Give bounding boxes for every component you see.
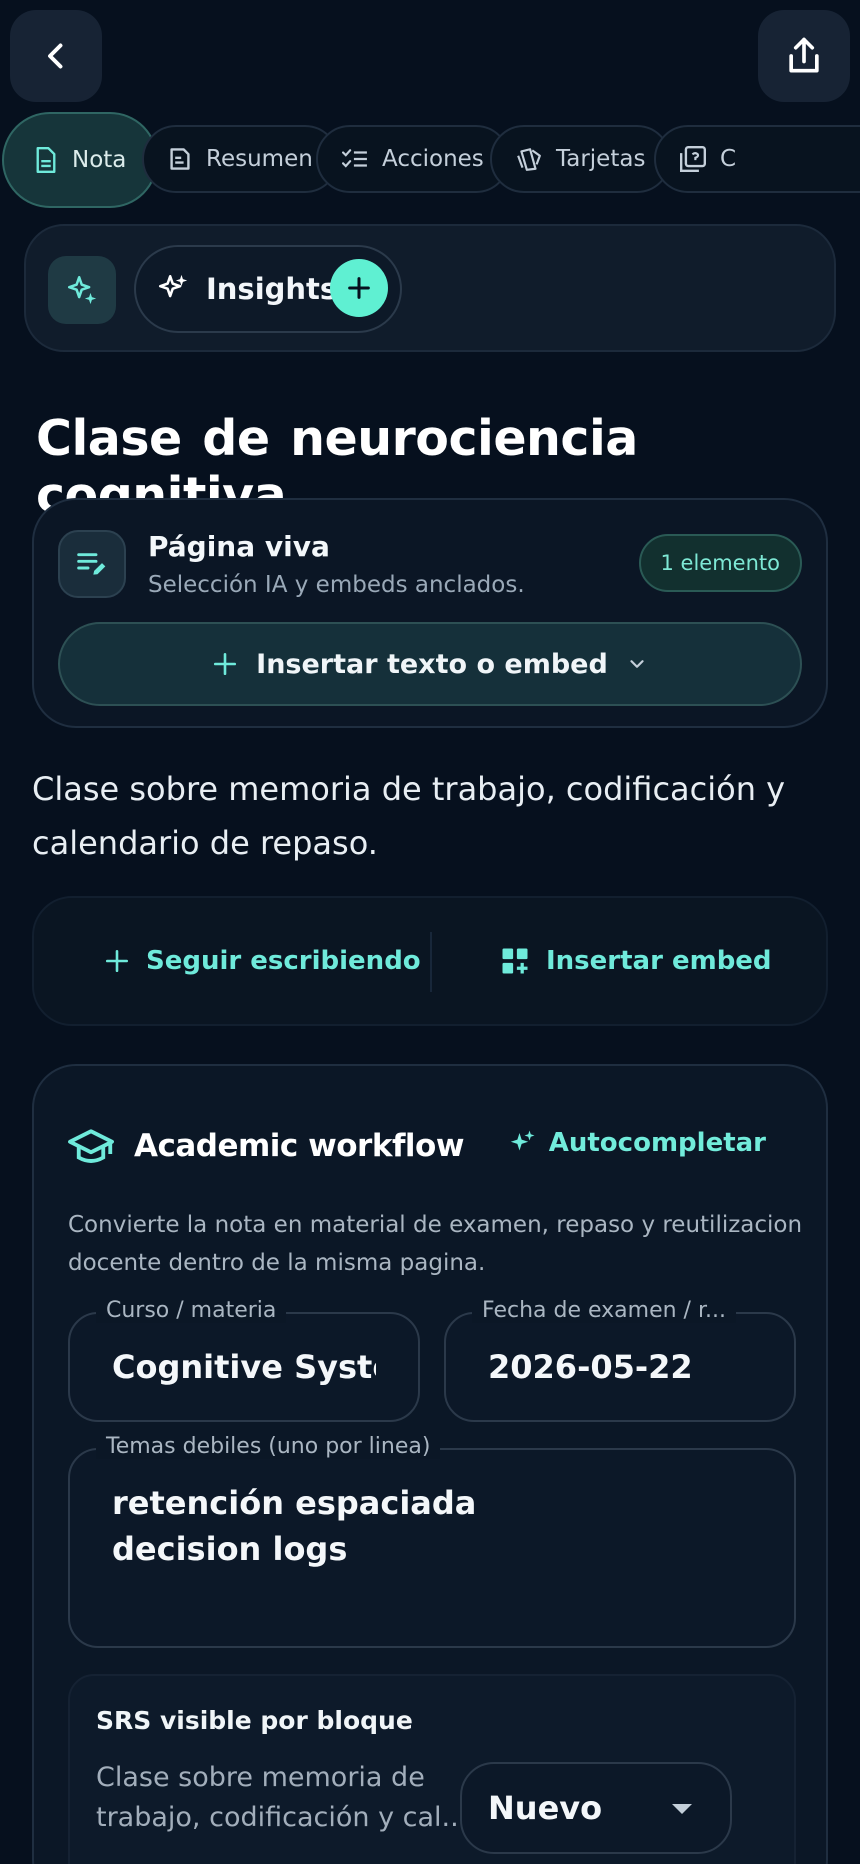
tab-label: Nota [72, 147, 127, 173]
add-insight-button[interactable] [330, 259, 388, 317]
graduation-cap-icon [68, 1126, 114, 1168]
tab-tarjetas[interactable]: Tarjetas [490, 125, 672, 193]
tab-acciones[interactable]: Acciones [316, 125, 510, 193]
chevron-down-icon [626, 653, 648, 675]
continue-writing-label: Seguir escribiendo [146, 946, 421, 976]
srs-block-text: Clase sobre memoria de trabajo, codifica… [96, 1762, 468, 1833]
weak-topics-textarea[interactable]: Temas debiles (uno por linea) retención … [68, 1434, 796, 1648]
back-button[interactable] [10, 10, 102, 102]
note-body-text[interactable]: Clase sobre memoria de trabajo, codifica… [32, 762, 822, 870]
insights-bar: Insights [24, 224, 836, 352]
workflow-title: Academic workflow [134, 1128, 465, 1164]
share-button[interactable] [758, 10, 850, 102]
divider [430, 932, 432, 992]
plus-icon [212, 651, 238, 677]
autocomplete-button[interactable]: Autocompletar [507, 1128, 766, 1158]
live-page-subtitle: Selección IA y embeds anclados. [148, 572, 525, 598]
academic-workflow-card: Academic workflow Autocompletar Conviert… [32, 1064, 828, 1864]
tab-resumen[interactable]: Resumen [142, 125, 339, 193]
live-page-title: Página viva [148, 530, 330, 563]
course-value: Cognitive System [112, 1348, 376, 1386]
quiz-icon [680, 146, 706, 172]
element-count-badge: 1 elemento [638, 534, 802, 592]
edit-list-icon [58, 530, 126, 598]
plus-icon [104, 948, 130, 974]
weak-topic-line: retención espaciada [112, 1484, 477, 1522]
document-icon [34, 147, 58, 173]
tab-label: C [720, 146, 737, 172]
continue-writing-button[interactable]: Seguir escribiendo [104, 898, 421, 1024]
course-input[interactable]: Curso / materia Cognitive System [68, 1298, 420, 1422]
cards-icon [516, 147, 542, 171]
live-page-card: Página viva Selección IA y embeds anclad… [32, 498, 828, 728]
sparkle-icon [507, 1128, 537, 1158]
tab-nota[interactable]: Nota [2, 112, 159, 208]
sparkle-icon [65, 273, 99, 307]
tab-label: Resumen [206, 146, 313, 172]
chevron-left-icon [38, 38, 74, 74]
exam-date-value: 2026-05-22 [488, 1348, 693, 1386]
insights-label: Insights [206, 272, 338, 306]
checklist-icon [342, 148, 368, 170]
exam-date-label: Fecha de examen / r... [472, 1298, 736, 1323]
insert-label: Insertar texto o embed [256, 648, 608, 680]
insert-embed-button[interactable]: Insertar embed [500, 898, 772, 1024]
tab-bar: Nota Resumen Acciones Tarjetas C [0, 112, 860, 210]
course-label: Curso / materia [96, 1298, 287, 1323]
insights-chip[interactable]: Insights [134, 245, 402, 333]
srs-block: SRS visible por bloque Clase sobre memor… [68, 1674, 796, 1864]
insert-text-or-embed-button[interactable]: Insertar texto o embed [58, 622, 802, 706]
tab-quiz[interactable]: C [654, 125, 860, 193]
srs-status-select[interactable]: Nuevo [460, 1762, 732, 1854]
writing-actions: Seguir escribiendo Insertar embed [32, 896, 828, 1026]
share-icon [782, 34, 826, 78]
exam-date-input[interactable]: Fecha de examen / r... 2026-05-22 [444, 1298, 796, 1422]
workflow-description: Convierte la nota en material de examen,… [68, 1212, 803, 1276]
plus-icon [345, 274, 373, 302]
summary-icon [168, 147, 192, 171]
srs-selected-value: Nuevo [488, 1789, 603, 1827]
weak-topics-label: Temas debiles (uno por linea) [96, 1434, 441, 1459]
weak-topic-line: decision logs [112, 1530, 348, 1568]
srs-title: SRS visible por bloque [96, 1706, 413, 1735]
caret-down-icon [670, 1802, 694, 1816]
autocomplete-label: Autocompletar [548, 1128, 766, 1158]
ai-sparkle-button[interactable] [48, 256, 116, 324]
tab-label: Acciones [382, 146, 484, 172]
sparkle-icon [156, 272, 190, 306]
insert-embed-label: Insertar embed [546, 946, 772, 976]
tab-label: Tarjetas [556, 146, 646, 172]
add-widget-icon [500, 946, 530, 976]
